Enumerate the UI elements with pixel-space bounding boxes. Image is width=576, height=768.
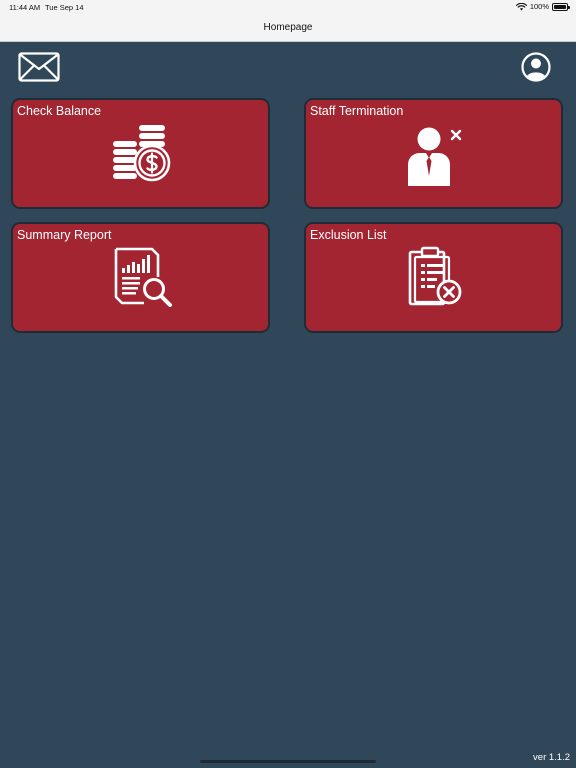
clipboard-exclude-icon xyxy=(408,246,462,306)
battery-icon xyxy=(552,2,570,11)
exclusion-list-tile[interactable]: Exclusion List xyxy=(304,222,563,333)
status-time: 11:44 AM xyxy=(9,3,41,12)
envelope-icon xyxy=(18,52,60,82)
coins-dollar-icon xyxy=(113,125,171,182)
tile-label: Summary Report xyxy=(17,228,112,242)
mail-button[interactable] xyxy=(18,52,60,82)
navigation-bar: Homepage xyxy=(0,14,576,42)
status-bar: 11:44 AM Tue Sep 14 100% xyxy=(0,0,576,14)
version-label: ver 1.1.2 xyxy=(533,752,570,763)
page-title: Homepage xyxy=(263,22,313,33)
wifi-icon xyxy=(515,2,527,10)
status-date: Tue Sep 14 xyxy=(45,3,84,12)
profile-button[interactable] xyxy=(521,52,551,82)
report-search-icon xyxy=(114,247,172,307)
tile-label: Exclusion List xyxy=(310,228,387,242)
battery-percent: 100% xyxy=(529,2,549,11)
status-indicators: 100% xyxy=(515,2,570,11)
home-indicator[interactable] xyxy=(200,760,376,763)
summary-report-tile[interactable]: Summary Report xyxy=(11,222,270,333)
staff-termination-tile[interactable]: Staff Termination xyxy=(304,98,563,209)
tile-label: Staff Termination xyxy=(310,104,404,118)
staff-remove-icon xyxy=(408,127,462,186)
check-balance-tile[interactable]: Check Balance xyxy=(11,98,270,209)
tile-label: Check Balance xyxy=(17,104,102,118)
user-circle-icon xyxy=(521,52,551,82)
